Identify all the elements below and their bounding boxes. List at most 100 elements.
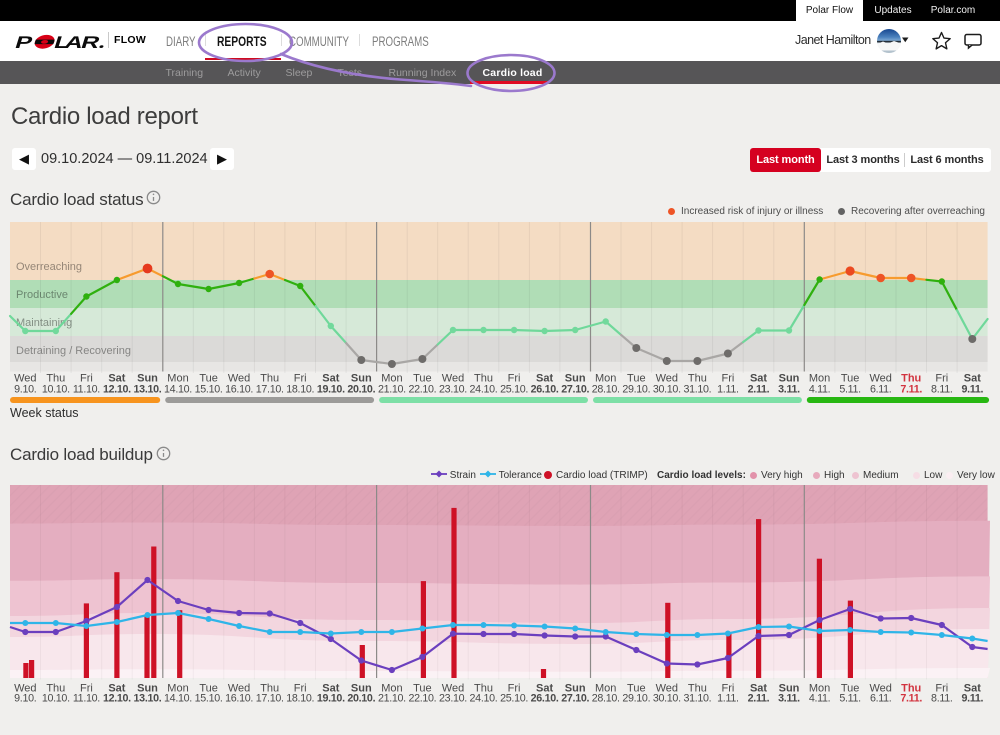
svg-text:12.10.: 12.10. [103, 693, 131, 705]
svg-text:5.11.: 5.11. [839, 693, 860, 705]
svg-text:6.11.: 6.11. [870, 693, 891, 705]
svg-text:9.11.: 9.11. [961, 384, 983, 396]
svg-text:18.10.: 18.10. [286, 693, 314, 705]
svg-text:Mon: Mon [167, 373, 188, 385]
svg-text:30.10.: 30.10. [653, 384, 681, 396]
svg-text:Tue: Tue [627, 683, 646, 695]
svg-text:14.10.: 14.10. [164, 693, 192, 705]
svg-text:18.10.: 18.10. [286, 384, 314, 396]
svg-text:14.10.: 14.10. [164, 384, 192, 396]
svg-text:Thu: Thu [260, 683, 279, 695]
svg-text:Wed: Wed [442, 683, 464, 695]
svg-text:Tue: Tue [841, 683, 860, 695]
svg-text:Fri: Fri [294, 683, 307, 695]
svg-text:Overreaching: Overreaching [16, 261, 82, 273]
svg-text:1.11.: 1.11. [717, 693, 738, 705]
svg-text:Fri: Fri [721, 683, 734, 695]
svg-text:26.10.: 26.10. [531, 384, 559, 396]
svg-text:7.11.: 7.11. [900, 693, 922, 705]
svg-text:29.10.: 29.10. [622, 693, 650, 705]
svg-text:16.10.: 16.10. [225, 693, 253, 705]
svg-text:22.10.: 22.10. [408, 384, 436, 396]
svg-text:11.10.: 11.10. [73, 384, 100, 396]
svg-text:Thu: Thu [688, 683, 707, 695]
svg-text:Sun: Sun [779, 683, 800, 695]
svg-text:Wed: Wed [656, 683, 678, 695]
svg-text:25.10.: 25.10. [500, 693, 528, 705]
svg-text:Thu: Thu [474, 683, 493, 695]
svg-text:Wed: Wed [656, 373, 678, 385]
svg-text:25.10.: 25.10. [500, 384, 528, 396]
svg-text:Fri: Fri [508, 683, 521, 695]
svg-text:Sun: Sun [137, 683, 158, 695]
svg-text:Sat: Sat [536, 683, 553, 695]
svg-text:Mon: Mon [809, 373, 830, 385]
svg-text:Thu: Thu [901, 683, 921, 695]
svg-text:Mon: Mon [381, 683, 402, 695]
svg-text:Sat: Sat [108, 373, 125, 385]
svg-text:31.10.: 31.10. [683, 384, 711, 396]
svg-text:3.11.: 3.11. [778, 693, 800, 705]
svg-text:23.10.: 23.10. [439, 384, 467, 396]
svg-text:Maintaining: Maintaining [16, 317, 72, 329]
svg-text:Sun: Sun [565, 683, 586, 695]
svg-text:Sat: Sat [750, 683, 767, 695]
svg-text:Wed: Wed [228, 373, 250, 385]
svg-text:27.10.: 27.10. [561, 693, 589, 705]
svg-text:Mon: Mon [595, 683, 616, 695]
svg-text:Sat: Sat [964, 373, 981, 385]
svg-text:8.11.: 8.11. [931, 384, 952, 396]
svg-text:20.10.: 20.10. [347, 693, 375, 705]
svg-text:Mon: Mon [381, 373, 402, 385]
svg-text:Wed: Wed [869, 683, 891, 695]
svg-text:Fri: Fri [935, 683, 948, 695]
svg-text:15.10.: 15.10. [195, 384, 223, 396]
svg-text:Thu: Thu [46, 373, 65, 385]
svg-text:26.10.: 26.10. [531, 693, 559, 705]
svg-text:Productive: Productive [16, 289, 68, 301]
svg-text:23.10.: 23.10. [439, 693, 467, 705]
svg-text:Sat: Sat [964, 683, 981, 695]
svg-text:Tue: Tue [199, 683, 218, 695]
svg-text:19.10.: 19.10. [317, 384, 345, 396]
svg-text:7.11.: 7.11. [900, 384, 922, 396]
svg-text:Fri: Fri [80, 373, 93, 385]
svg-text:27.10.: 27.10. [561, 384, 589, 396]
svg-text:12.10.: 12.10. [103, 384, 131, 396]
svg-text:Sat: Sat [322, 373, 339, 385]
svg-text:Fri: Fri [294, 373, 307, 385]
svg-text:24.10.: 24.10. [470, 693, 498, 705]
svg-text:9.11.: 9.11. [961, 693, 983, 705]
svg-text:6.11.: 6.11. [870, 384, 891, 396]
svg-text:Sun: Sun [565, 373, 586, 385]
svg-text:4.11.: 4.11. [809, 693, 830, 705]
svg-text:Sun: Sun [351, 683, 372, 695]
svg-text:Sat: Sat [750, 373, 767, 385]
svg-text:Sun: Sun [351, 373, 372, 385]
svg-text:Sat: Sat [322, 683, 339, 695]
svg-text:Tue: Tue [841, 373, 860, 385]
svg-text:21.10.: 21.10. [378, 384, 406, 396]
svg-text:Mon: Mon [595, 373, 616, 385]
svg-text:Wed: Wed [14, 683, 36, 695]
svg-text:31.10.: 31.10. [683, 693, 711, 705]
svg-text:Tue: Tue [199, 373, 218, 385]
svg-text:10.10.: 10.10. [42, 384, 70, 396]
svg-text:Mon: Mon [809, 683, 830, 695]
svg-text:Sun: Sun [137, 373, 158, 385]
svg-text:1.11.: 1.11. [717, 384, 738, 396]
svg-text:3.11.: 3.11. [778, 384, 800, 396]
svg-text:Wed: Wed [228, 683, 250, 695]
svg-text:19.10.: 19.10. [317, 693, 345, 705]
svg-text:8.11.: 8.11. [931, 693, 952, 705]
svg-text:30.10.: 30.10. [653, 693, 681, 705]
svg-text:2.11.: 2.11. [748, 693, 770, 705]
svg-text:Wed: Wed [442, 373, 464, 385]
svg-text:15.10.: 15.10. [195, 693, 223, 705]
svg-text:Fri: Fri [721, 373, 734, 385]
svg-text:13.10.: 13.10. [134, 693, 162, 705]
svg-text:Thu: Thu [474, 373, 493, 385]
svg-text:Thu: Thu [901, 373, 921, 385]
svg-text:2.11.: 2.11. [748, 384, 770, 396]
svg-text:17.10.: 17.10. [256, 693, 284, 705]
